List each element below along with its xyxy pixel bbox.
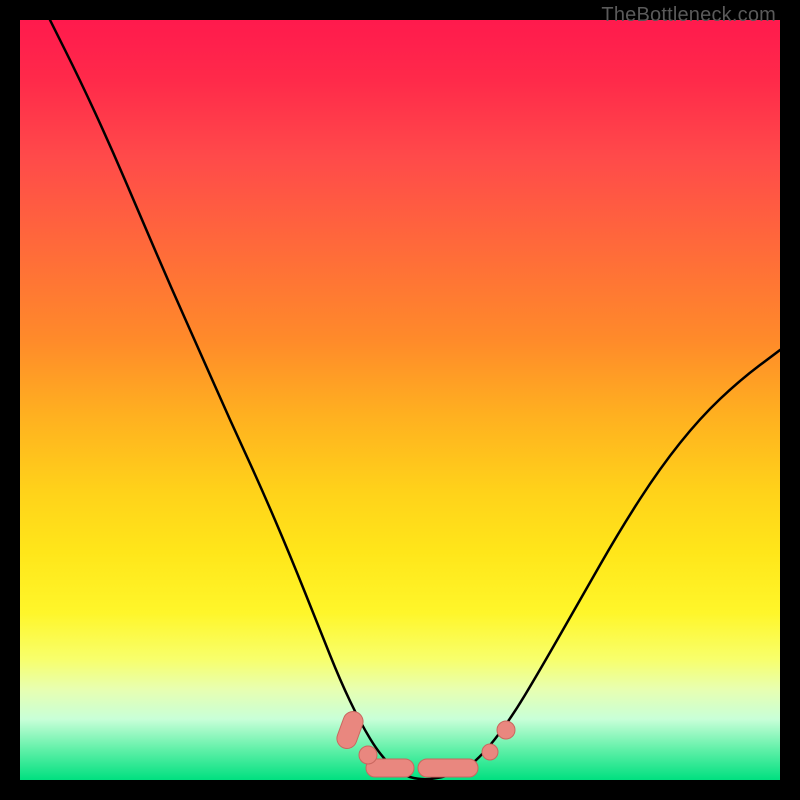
plot-area — [20, 20, 780, 780]
bottleneck-curve — [50, 20, 780, 779]
marker-left-1 — [334, 709, 366, 752]
curve-overlay — [20, 20, 780, 780]
chart-frame: TheBottleneck.com — [0, 0, 800, 800]
watermark-text: TheBottleneck.com — [601, 4, 776, 27]
markers-group — [334, 709, 515, 777]
marker-right-1 — [482, 744, 498, 760]
marker-left-2 — [359, 746, 377, 764]
marker-right-2 — [497, 721, 515, 739]
marker-flat-right — [418, 759, 478, 777]
